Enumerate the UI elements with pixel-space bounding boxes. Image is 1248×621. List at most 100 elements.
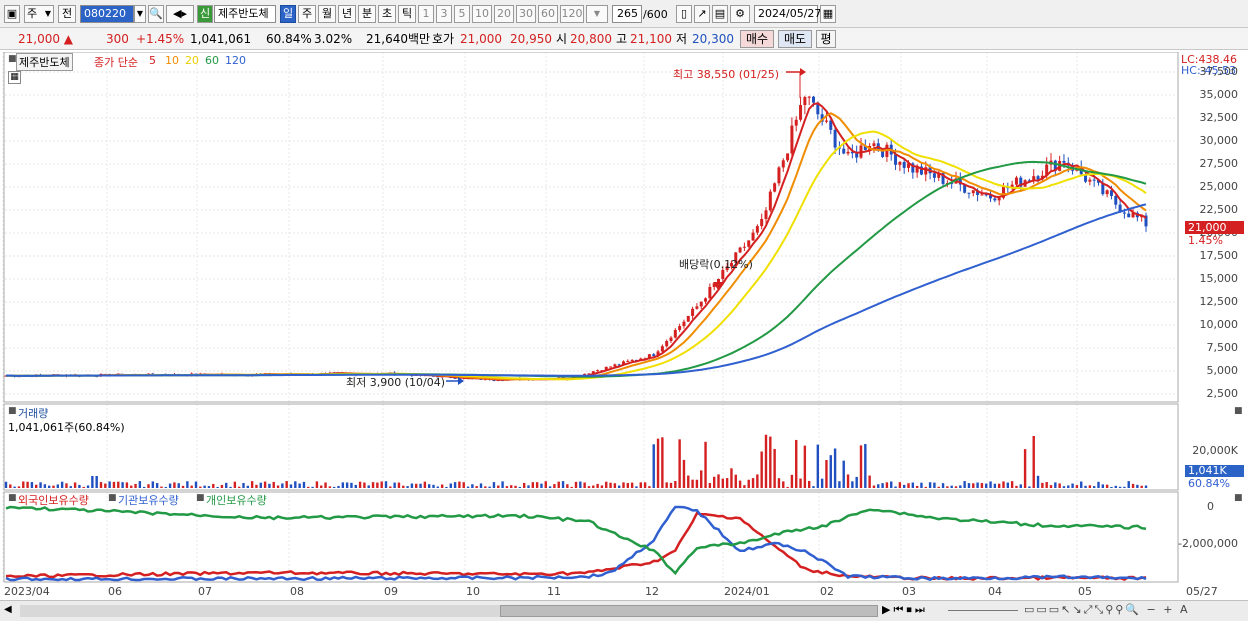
volume-bar	[358, 481, 362, 488]
scroll-track[interactable]	[20, 605, 878, 617]
volume-bar	[484, 486, 487, 488]
volume-bar	[108, 481, 111, 488]
zoom-slider[interactable]	[948, 610, 1018, 611]
period-tick[interactable]: 틱	[398, 5, 416, 23]
candle-body	[842, 148, 846, 154]
ma-20-line	[5, 130, 1147, 381]
candle-body	[609, 366, 613, 368]
count-input[interactable]: 265	[612, 5, 642, 23]
period-second[interactable]: 초	[378, 5, 396, 23]
candle-body	[738, 247, 742, 253]
volume-bar	[799, 478, 802, 488]
period-year[interactable]: 년	[338, 5, 356, 23]
volume-bar	[86, 485, 90, 488]
prev-button[interactable]: 전	[58, 5, 76, 23]
sell-button[interactable]: 매도	[778, 30, 812, 48]
volume-bar	[281, 483, 284, 488]
price-y-tick: 30,000	[1199, 134, 1239, 147]
low-annotation: 최저 3,900 (10/04)	[346, 376, 446, 389]
panel-close-icon[interactable]: ■	[8, 493, 17, 503]
volume-bar	[52, 485, 55, 488]
interval-dropdown-icon[interactable]: ▼	[586, 5, 608, 23]
stock-chart[interactable]	[0, 52, 1248, 600]
period-day[interactable]: 일	[280, 5, 296, 23]
volume-bar	[354, 484, 357, 488]
volume-bar	[237, 486, 241, 488]
volume-bar	[332, 486, 336, 488]
volume-bar	[812, 486, 815, 488]
candle-body	[773, 183, 777, 192]
volume-bar	[592, 485, 595, 488]
tool-icons[interactable]: ▭▭▭↖↘⤢⤡⚲⚲🔍 − + A	[1024, 603, 1189, 617]
speaker-icon[interactable]: ◀▸	[166, 5, 194, 23]
price-y-tick: 2,500	[1206, 387, 1239, 400]
calendar-icon[interactable]: ▦	[820, 5, 836, 23]
volume-bar	[328, 486, 332, 488]
volume-bar	[514, 485, 517, 488]
volume-bar	[881, 483, 884, 488]
volume-bar	[112, 481, 116, 488]
market-select[interactable]: 주 ▼	[24, 5, 54, 23]
panel-close-icon[interactable]: ■	[1234, 406, 1243, 416]
volume-bar	[574, 481, 578, 488]
min-120[interactable]: 120	[560, 5, 584, 23]
period-minute[interactable]: 분	[358, 5, 376, 23]
panel-close-icon[interactable]: ■	[1234, 493, 1243, 503]
volume-bar	[384, 481, 388, 488]
volume-bar	[803, 445, 807, 488]
dividend-annotation: 배당락(0.12%)	[679, 258, 753, 271]
volume-bar	[695, 479, 699, 488]
date-input[interactable]: 2024/05/27	[754, 5, 821, 23]
draw-icon[interactable]: ↗	[694, 5, 710, 23]
candle-body	[898, 162, 902, 165]
save-icon[interactable]: ▤	[712, 5, 728, 23]
volume-bar	[911, 482, 915, 488]
min-5[interactable]: 5	[454, 5, 470, 23]
code-input[interactable]: 080220	[80, 5, 134, 23]
volume-bar	[285, 481, 288, 488]
low-price: 20,300	[692, 32, 734, 46]
volume-bar	[738, 480, 742, 488]
candle-icon[interactable]: ▯	[676, 5, 692, 23]
min-10[interactable]: 10	[472, 5, 492, 23]
chart-scrollbar[interactable]: ◀ ▶⏮⏹⏭ ▭▭▭↖↘⤢⤡⚲⚲🔍 − + A	[0, 600, 1248, 621]
code-dropdown-icon[interactable]: ▼	[134, 5, 146, 23]
scroll-thumb[interactable]	[500, 605, 878, 617]
panel-close-icon[interactable]: ■	[8, 406, 17, 416]
price-y-tick: 15,000	[1199, 272, 1239, 285]
candle-body	[932, 173, 936, 178]
volume-bar	[907, 483, 910, 488]
volume-tag: 1,041K	[1185, 465, 1244, 477]
price-y-tick: 5,000	[1206, 364, 1239, 377]
volume-bar	[190, 485, 193, 488]
window-icon[interactable]: ▣	[4, 5, 20, 23]
volume-bar	[717, 474, 720, 488]
volume-bar	[842, 460, 845, 488]
holdings-y-tick-0: 0	[1207, 500, 1214, 513]
candle-body	[596, 370, 600, 372]
volume-bar	[648, 486, 651, 488]
period-month[interactable]: 월	[318, 5, 336, 23]
min-60[interactable]: 60	[538, 5, 558, 23]
volume-bar	[561, 481, 565, 488]
search-icon[interactable]: 🔍	[148, 5, 164, 23]
volume-bar	[4, 481, 8, 488]
volume-bar	[259, 482, 262, 488]
flat-button[interactable]: 평	[816, 30, 836, 48]
volume-bar	[164, 486, 167, 488]
volume-bar	[311, 486, 314, 488]
candle-body	[997, 197, 1001, 201]
volume-bar	[1114, 485, 1117, 488]
scroll-left-icon[interactable]: ◀	[4, 604, 12, 615]
playback-controls[interactable]: ▶⏮⏹⏭	[882, 603, 928, 617]
volume-bar	[1080, 481, 1083, 488]
min-3[interactable]: 3	[436, 5, 452, 23]
candle-body	[1088, 179, 1092, 182]
buy-button[interactable]: 매수	[740, 30, 774, 48]
grid-toggle-icon[interactable]: ▦	[8, 71, 21, 84]
min-1[interactable]: 1	[418, 5, 434, 23]
period-week[interactable]: 주	[298, 5, 316, 23]
min-20[interactable]: 20	[494, 5, 514, 23]
gear-icon[interactable]: ⚙	[730, 5, 750, 23]
min-30[interactable]: 30	[516, 5, 536, 23]
